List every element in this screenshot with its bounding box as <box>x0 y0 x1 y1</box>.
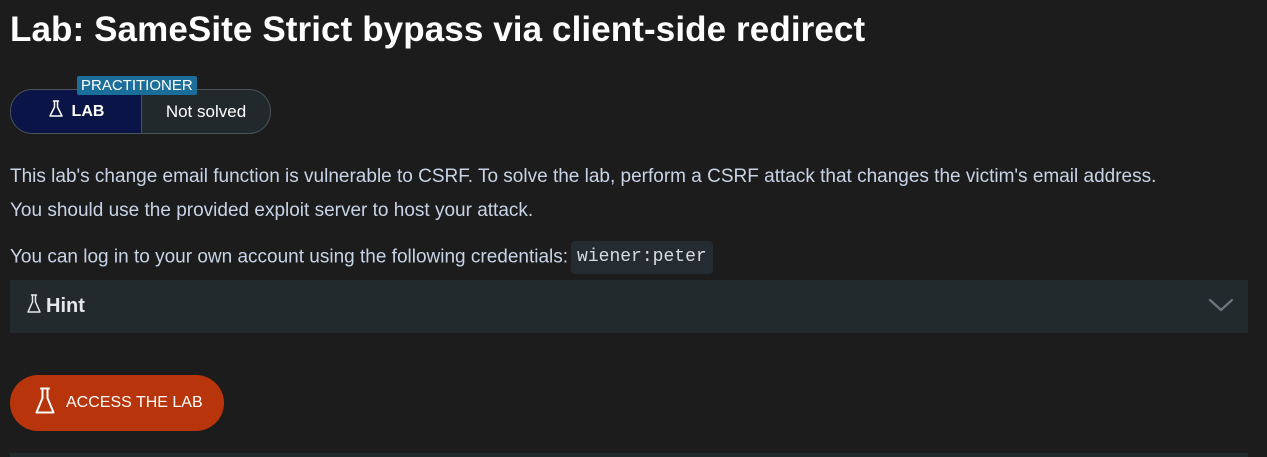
access-lab-button[interactable]: ACCESS THE LAB <box>10 375 224 431</box>
flask-icon <box>26 294 42 319</box>
credentials-line: You can log in to your own account using… <box>10 241 713 274</box>
credentials-prefix: You can log in to your own account using… <box>10 246 569 268</box>
credentials-code: wiener:peter <box>571 241 713 274</box>
hint-toggle[interactable]: Hint <box>10 280 1248 333</box>
lab-badge-label: LAB <box>71 102 105 120</box>
access-lab-label: ACCESS THE LAB <box>66 394 203 411</box>
next-section-edge <box>10 453 1248 457</box>
description-line-2: You should use the provided exploit serv… <box>10 200 534 221</box>
status-pill: LAB Not solved <box>10 89 271 134</box>
flask-icon <box>34 387 56 420</box>
hint-label: Hint <box>46 295 85 317</box>
lab-badge: LAB <box>11 90 142 133</box>
lab-status-label: Not solved <box>165 101 247 121</box>
chevron-down-icon[interactable] <box>1208 297 1234 318</box>
lab-status-widget: PRACTITIONER LAB Not solved <box>10 76 272 134</box>
description-line-1: This lab's change email function is vuln… <box>10 166 1157 187</box>
level-badge: PRACTITIONER <box>77 76 197 95</box>
flask-icon <box>48 100 64 123</box>
page-title: Lab: SameSite Strict bypass via client-s… <box>10 10 866 49</box>
lab-page: Lab: SameSite Strict bypass via client-s… <box>0 0 1267 457</box>
